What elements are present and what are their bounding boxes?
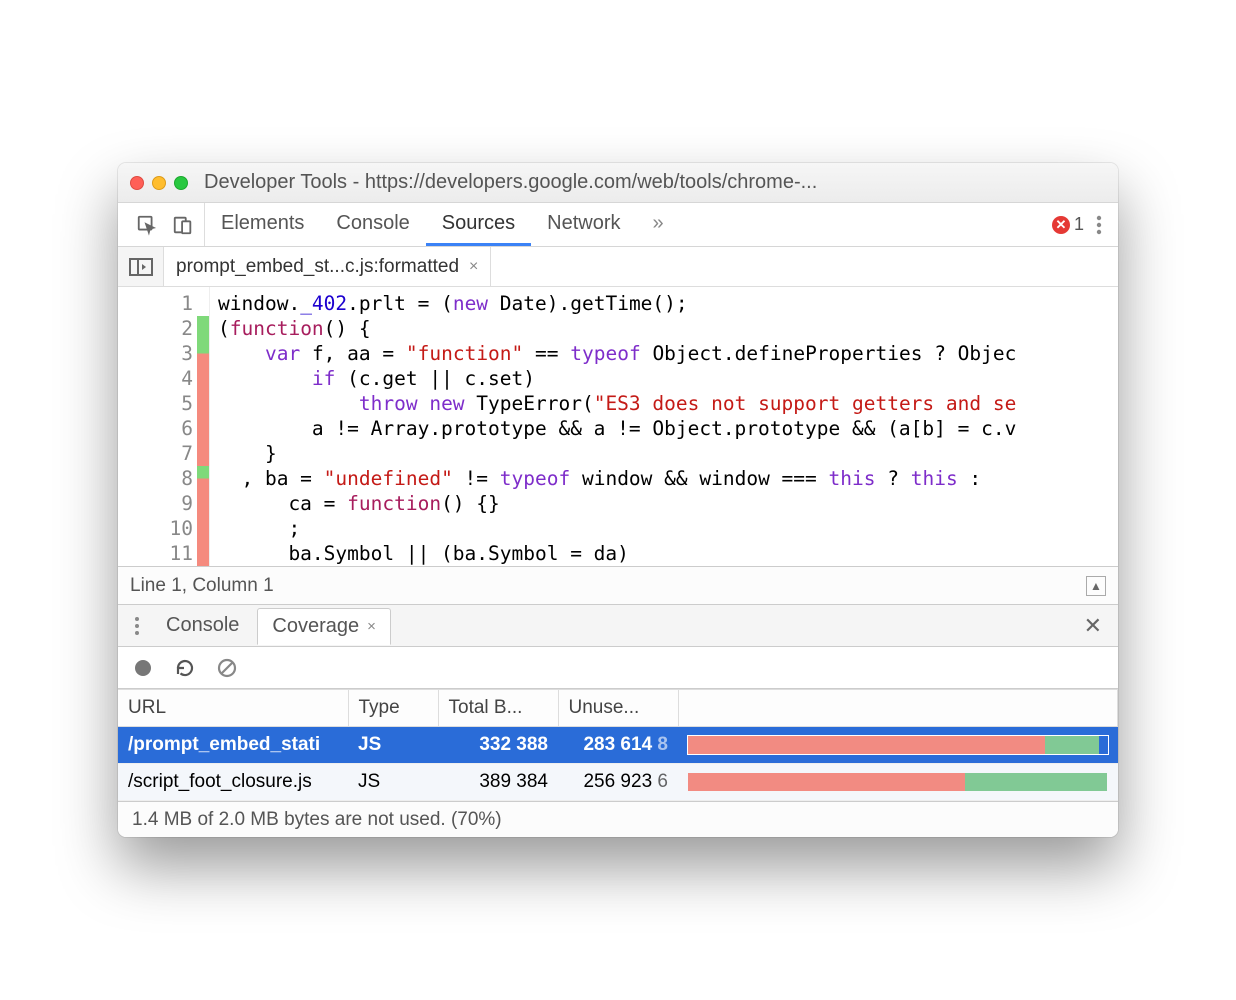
cell-type: JS [348, 727, 438, 764]
clear-button[interactable] [216, 657, 238, 679]
col-viz [678, 690, 1118, 727]
reload-button[interactable] [174, 657, 196, 679]
coverage-summary-text: 1.4 MB of 2.0 MB bytes are not used. (70… [132, 809, 502, 831]
tab-elements[interactable]: Elements [205, 203, 320, 246]
file-tab-bar: prompt_embed_st...c.js:formatted × [118, 247, 1118, 287]
close-window-button[interactable] [130, 176, 144, 190]
inspect-element-icon[interactable] [136, 214, 158, 236]
col-total[interactable]: Total B... [438, 690, 558, 727]
drawer-more-icon[interactable] [126, 616, 148, 636]
drawer-tab-console[interactable]: Console [152, 608, 253, 643]
tabs-overflow-icon[interactable]: » [637, 203, 680, 246]
cell-unused: 256 923 6 [558, 764, 678, 801]
coverage-gutter [197, 287, 209, 566]
tab-console[interactable]: Console [320, 203, 425, 246]
col-unused[interactable]: Unuse... [558, 690, 678, 727]
file-tab[interactable]: prompt_embed_st...c.js:formatted × [164, 247, 491, 286]
table-row[interactable]: /script_foot_closure.js JS 389 384 256 9… [118, 764, 1118, 801]
panel-tabs: Elements Console Sources Network » [205, 203, 680, 246]
cell-viz [678, 764, 1118, 801]
window-title: Developer Tools - https://developers.goo… [204, 171, 1106, 194]
error-icon: ✕ [1052, 216, 1070, 234]
code-editor[interactable]: 1234567891011 window._402.prlt = (new Da… [118, 287, 1118, 567]
gutter: 1234567891011 [118, 287, 210, 566]
coverage-controls [118, 647, 1118, 689]
drawer-tab-coverage[interactable]: Coverage × [257, 608, 390, 645]
navigator-toggle-icon[interactable] [118, 247, 164, 286]
cell-total: 389 384 [438, 764, 558, 801]
cell-type: JS [348, 764, 438, 801]
cursor-position: Line 1, Column 1 [130, 575, 274, 597]
coverage-table: URL Type Total B... Unuse... /prompt_emb… [118, 689, 1118, 801]
main-toolbar: Elements Console Sources Network » ✕ 1 [118, 203, 1118, 247]
cell-url: /prompt_embed_stati [118, 727, 348, 764]
cell-unused: 283 614 8 [558, 727, 678, 764]
drawer-tab-coverage-label: Coverage [272, 615, 359, 638]
collapse-drawer-icon[interactable]: ▲ [1086, 576, 1106, 596]
cell-viz [678, 727, 1118, 764]
window-controls [130, 176, 188, 190]
titlebar: Developer Tools - https://developers.goo… [118, 163, 1118, 203]
code-content[interactable]: window._402.prlt = (new Date).getTime();… [210, 287, 1118, 566]
table-row[interactable]: /prompt_embed_stati JS 332 388 283 614 8 [118, 727, 1118, 764]
file-tab-name: prompt_embed_st...c.js:formatted [176, 256, 459, 278]
tab-network[interactable]: Network [531, 203, 636, 246]
error-count: 1 [1074, 214, 1084, 235]
editor-statusbar: Line 1, Column 1 ▲ [118, 567, 1118, 605]
close-drawer-icon[interactable]: ✕ [1076, 613, 1110, 639]
more-menu-icon[interactable] [1096, 214, 1102, 236]
col-type[interactable]: Type [348, 690, 438, 727]
minimize-window-button[interactable] [152, 176, 166, 190]
device-toggle-icon[interactable] [172, 214, 194, 236]
coverage-summary: 1.4 MB of 2.0 MB bytes are not used. (70… [118, 801, 1118, 837]
close-drawer-tab-icon[interactable]: × [367, 618, 376, 635]
cell-total: 332 388 [438, 727, 558, 764]
cell-url: /script_foot_closure.js [118, 764, 348, 801]
error-count-badge[interactable]: ✕ 1 [1052, 214, 1084, 235]
line-numbers: 1234567891011 [118, 287, 197, 566]
tab-sources[interactable]: Sources [426, 203, 531, 246]
close-file-tab-icon[interactable]: × [469, 258, 478, 276]
zoom-window-button[interactable] [174, 176, 188, 190]
col-url[interactable]: URL [118, 690, 348, 727]
table-header-row: URL Type Total B... Unuse... [118, 690, 1118, 727]
drawer-tabbar: Console Coverage × ✕ [118, 605, 1118, 647]
devtools-window: Developer Tools - https://developers.goo… [118, 163, 1118, 837]
record-button[interactable] [132, 657, 154, 679]
